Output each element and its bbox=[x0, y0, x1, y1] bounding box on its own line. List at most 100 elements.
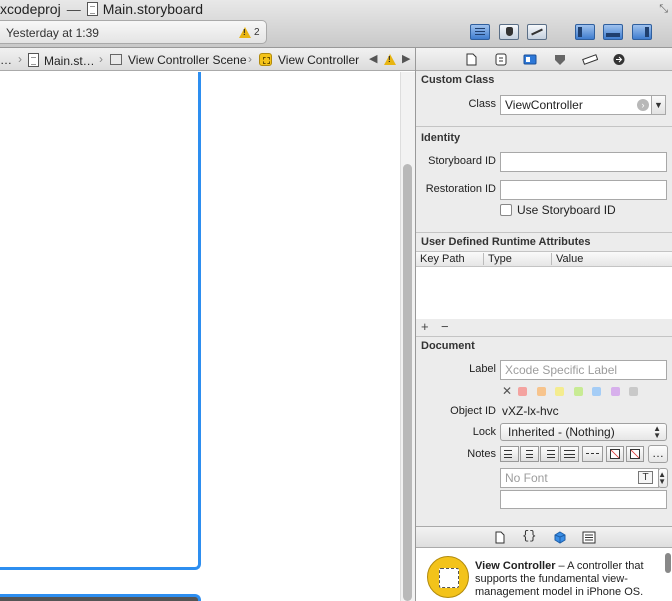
quick-help-inspector-tab[interactable] bbox=[494, 53, 508, 66]
restoration-id-field[interactable] bbox=[500, 180, 667, 200]
add-attribute-button[interactable]: + bbox=[421, 319, 429, 334]
title-separator: — bbox=[66, 1, 81, 17]
background-color-button[interactable] bbox=[626, 446, 644, 462]
object-library-tab[interactable] bbox=[553, 531, 567, 547]
text-spacing-button[interactable] bbox=[582, 446, 603, 462]
storyboard-file-icon bbox=[86, 2, 98, 16]
file-template-library-tab[interactable] bbox=[494, 531, 506, 547]
class-field[interactable] bbox=[500, 95, 652, 115]
object-id-value: vXZ-lx-hvc bbox=[502, 404, 559, 418]
library-item-title: View Controller bbox=[475, 560, 556, 572]
column-type[interactable]: Type bbox=[488, 253, 512, 265]
custom-class-heading: Custom Class bbox=[421, 74, 495, 86]
runtime-attributes-table-header: Key Path Type Value bbox=[416, 251, 672, 267]
canvas-vertical-scrollbar[interactable] bbox=[400, 72, 415, 601]
align-justify-button[interactable] bbox=[560, 446, 579, 462]
label-color-swatch[interactable] bbox=[573, 387, 583, 396]
inspector-tab-bar bbox=[416, 48, 672, 71]
runtime-attributes-table[interactable] bbox=[416, 267, 672, 319]
project-name: xcodeproj bbox=[0, 1, 61, 17]
size-inspector-tab[interactable] bbox=[582, 53, 599, 66]
stepper-arrows-icon: ▲ ▼ bbox=[658, 470, 666, 486]
storyboard-id-label: Storyboard ID bbox=[428, 155, 496, 167]
status-text: Yesterday at 1:39 bbox=[6, 26, 99, 40]
label-color-swatch[interactable] bbox=[536, 387, 546, 396]
view-controller-frame[interactable] bbox=[0, 72, 201, 570]
library-tab-bar: {} bbox=[416, 526, 672, 548]
font-stepper[interactable]: ▲ ▼ bbox=[658, 468, 668, 488]
warning-icon[interactable] bbox=[239, 27, 251, 38]
notes-label: Notes bbox=[467, 448, 496, 460]
storyboard-id-field[interactable] bbox=[500, 152, 667, 172]
restoration-id-label: Restoration ID bbox=[425, 183, 496, 195]
identity-inspector-tab[interactable] bbox=[523, 53, 537, 66]
align-center-button[interactable] bbox=[520, 446, 539, 462]
use-storyboard-id-checkbox[interactable] bbox=[500, 204, 512, 216]
assistant-editor-button[interactable] bbox=[499, 24, 519, 40]
label-color-swatch[interactable] bbox=[555, 387, 564, 396]
scrollbar-thumb[interactable] bbox=[403, 164, 412, 601]
updown-arrows-icon: ▲ ▼ bbox=[653, 424, 661, 440]
standard-editor-button[interactable] bbox=[470, 24, 490, 40]
lock-label: Lock bbox=[472, 426, 496, 438]
label-label: Label bbox=[469, 363, 496, 375]
more-formatting-button[interactable]: … bbox=[648, 445, 668, 463]
storyboard-file-icon bbox=[28, 53, 39, 67]
scene-icon bbox=[110, 54, 122, 65]
class-label: Class bbox=[468, 98, 496, 110]
jump-bar-crumb-view-controller[interactable]: View Controller bbox=[259, 53, 359, 67]
label-color-swatch[interactable] bbox=[592, 387, 601, 396]
font-picker-icon[interactable]: T bbox=[638, 471, 653, 484]
label-color-swatch[interactable] bbox=[629, 387, 638, 396]
warning-icon[interactable] bbox=[384, 54, 396, 65]
storyboard-canvas[interactable] bbox=[0, 72, 400, 601]
label-color-swatch[interactable] bbox=[610, 387, 620, 396]
chevron-right-icon: › bbox=[248, 52, 252, 66]
jump-bar-crumb-scene[interactable]: View Controller Scene bbox=[110, 53, 247, 67]
chevron-right-icon: › bbox=[99, 52, 103, 66]
toggle-debug-area-button[interactable] bbox=[603, 24, 623, 40]
library-item-view-controller[interactable]: View Controller – A controller that supp… bbox=[416, 548, 672, 601]
notes-font-field[interactable]: No Font bbox=[500, 468, 659, 488]
file-template-icon bbox=[495, 531, 505, 544]
label-color-swatch[interactable] bbox=[518, 387, 527, 396]
ellipsis-icon: … bbox=[652, 446, 664, 460]
lock-popup-button[interactable]: Inherited - (Nothing) ▲ ▼ bbox=[500, 423, 667, 441]
align-right-button[interactable] bbox=[540, 446, 559, 462]
previous-issue-arrow-icon[interactable]: ◀ bbox=[369, 52, 377, 65]
view-controller-icon bbox=[259, 53, 272, 66]
align-left-button[interactable] bbox=[500, 446, 519, 462]
version-editor-button[interactable] bbox=[527, 24, 547, 40]
column-value[interactable]: Value bbox=[556, 253, 583, 265]
next-issue-arrow-icon[interactable]: ▶ bbox=[402, 52, 410, 65]
code-snippet-library-tab[interactable]: {} bbox=[522, 529, 536, 543]
document-heading: Document bbox=[421, 340, 475, 352]
attributes-inspector-tab[interactable] bbox=[553, 53, 567, 66]
connections-inspector-tab[interactable] bbox=[612, 53, 626, 66]
notes-text-field[interactable] bbox=[500, 490, 667, 509]
jump-bar-crumb-file[interactable]: Main.st… bbox=[28, 53, 95, 68]
next-scene-frame[interactable] bbox=[0, 594, 201, 601]
media-library-tab[interactable] bbox=[582, 531, 596, 547]
file-inspector-tab[interactable] bbox=[464, 53, 478, 66]
toggle-navigator-button[interactable] bbox=[575, 24, 595, 40]
window-title: xcodeproj — Main.storyboard bbox=[0, 1, 203, 17]
label-field[interactable] bbox=[500, 360, 667, 380]
clear-label-color-icon[interactable]: ✕ bbox=[502, 384, 512, 398]
object-library-icon bbox=[554, 531, 566, 544]
identity-card-icon bbox=[523, 54, 537, 65]
toggle-utilities-button[interactable] bbox=[632, 24, 652, 40]
ruler-icon bbox=[582, 54, 599, 65]
connections-arrow-icon bbox=[613, 54, 625, 65]
column-key-path[interactable]: Key Path bbox=[420, 253, 465, 265]
class-dropdown-arrow-icon[interactable]: ▼ bbox=[651, 95, 666, 115]
fullscreen-icon[interactable]: ⤡ bbox=[659, 3, 668, 16]
activity-status-view[interactable]: Yesterday at 1:39 2 bbox=[0, 20, 267, 44]
remove-attribute-button[interactable]: − bbox=[441, 319, 449, 334]
text-color-button[interactable] bbox=[606, 446, 624, 462]
library-scrollbar-thumb[interactable] bbox=[665, 553, 671, 573]
go-to-class-arrow-icon[interactable]: › bbox=[637, 99, 649, 111]
jump-bar: … › Main.st… › View Controller Scene › V… bbox=[0, 48, 415, 71]
attributes-shield-icon bbox=[555, 55, 565, 65]
jump-bar-crumb-project[interactable]: … bbox=[0, 53, 12, 67]
